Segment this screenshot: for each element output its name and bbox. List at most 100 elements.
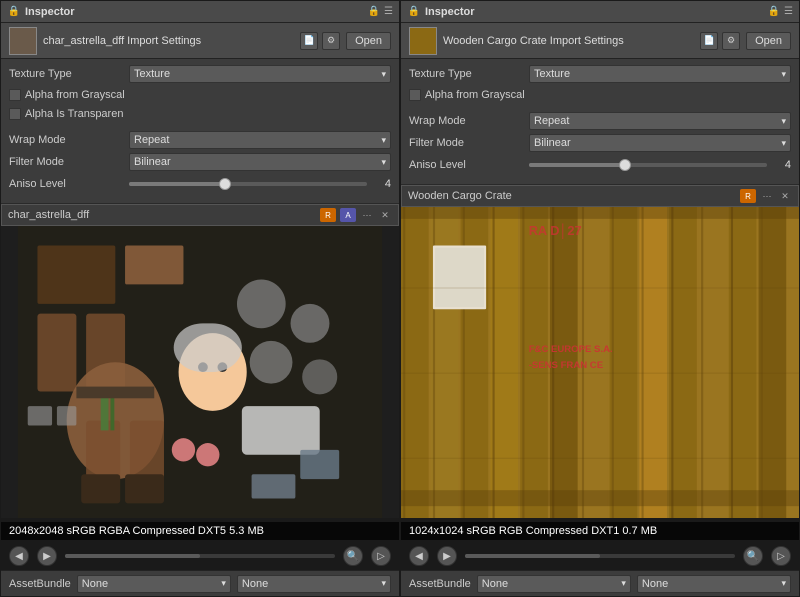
assetbundle-dropdown-2[interactable]: None: [477, 575, 631, 593]
arrow-right-btn-2[interactable]: ▷: [771, 546, 791, 566]
aniso-slider-track-2[interactable]: [529, 163, 767, 167]
aniso-slider-container-2: 4: [529, 159, 791, 171]
x-icon-2[interactable]: ✕: [778, 189, 792, 203]
asset-page-icon-2[interactable]: 📄: [700, 32, 718, 50]
char-texture-canvas-1: [1, 226, 399, 518]
panel-1-menu-icon[interactable]: ☰: [384, 6, 393, 17]
asset-gear-icon-1[interactable]: ⚙: [322, 32, 340, 50]
texture-label-icons-1: R A ⋯ ✕: [320, 208, 392, 222]
rgb-icon-2[interactable]: R: [740, 189, 756, 203]
settings-area-1: Texture Type Texture Alpha from Grayscal…: [1, 59, 399, 204]
aniso-level-row-1: Aniso Level 4: [9, 175, 391, 193]
zoom-btn-2[interactable]: 🔍: [743, 546, 763, 566]
aniso-value-1: 4: [371, 178, 391, 190]
aniso-level-label-1: Aniso Level: [9, 178, 129, 190]
assetbundle-label-1: AssetBundle: [9, 578, 71, 590]
wrap-mode-value-1: Repeat: [129, 131, 391, 149]
next-btn-1[interactable]: ▶: [37, 546, 57, 566]
filter-mode-dropdown-2[interactable]: Bilinear: [529, 134, 791, 152]
texture-info-text-1: 2048x2048 sRGB RGBA Compressed DXT5 5.3 …: [9, 525, 264, 537]
texture-type-label-1: Texture Type: [9, 68, 129, 80]
filter-mode-label-1: Filter Mode: [9, 156, 129, 168]
wrap-mode-dropdown-2[interactable]: Repeat: [529, 112, 791, 130]
assetbundle-dropdown-1[interactable]: None: [77, 575, 231, 593]
texture-window-title-1: char_astrella_dff: [8, 209, 89, 221]
texture-type-label-2: Texture Type: [409, 68, 529, 80]
crate-texture-canvas-2: RA D│27 F&C EUROPE S.A. -SENS FRAN CE: [401, 207, 799, 518]
inspector-panel-1: 🔒 Inspector 🔒 ☰ char_astrella_dff Import…: [0, 0, 400, 597]
texture-type-value-2: Texture: [529, 65, 791, 83]
prev-btn-1[interactable]: ◀: [9, 546, 29, 566]
filter-mode-value-1: Bilinear: [129, 153, 391, 171]
svg-text:-SENS FRAN CE: -SENS FRAN CE: [529, 360, 603, 371]
aniso-slider-container-1: 4: [129, 178, 391, 190]
panel-2-menu-icon[interactable]: ☰: [784, 6, 793, 17]
open-button-2[interactable]: Open: [746, 32, 791, 50]
alpha-grayscale-checkbox-1[interactable]: [9, 89, 21, 101]
dots-icon-2[interactable]: ⋯: [760, 189, 774, 203]
unity-logo-icon: 🔒: [7, 5, 21, 19]
texture-type-row-2: Texture Type Texture: [409, 65, 791, 83]
rgb-icon-1[interactable]: R: [320, 208, 336, 222]
asset-header-icons-2: 📄 ⚙: [700, 32, 740, 50]
asset-thumbnail-2: [409, 27, 437, 55]
alpha-icon-1[interactable]: A: [340, 208, 356, 222]
aniso-slider-track-1[interactable]: [129, 182, 367, 186]
wrap-mode-label-1: Wrap Mode: [9, 134, 129, 146]
preview-slider-1[interactable]: [65, 554, 335, 558]
alpha-transparent-checkbox-1[interactable]: [9, 108, 21, 120]
alpha-grayscale-row-1: Alpha from Grayscal: [9, 87, 391, 103]
texture-preview-1: char_astrella_dff R A ⋯ ✕: [1, 204, 399, 570]
wrap-mode-label-2: Wrap Mode: [409, 115, 529, 127]
panel-1-title: Inspector: [25, 6, 75, 18]
asset-name-1: char_astrella_dff Import Settings: [43, 35, 294, 47]
texture-type-dropdown-1[interactable]: Texture: [129, 65, 391, 83]
aniso-level-row-2: Aniso Level 4: [409, 156, 791, 174]
lock-icon-1[interactable]: 🔒: [368, 6, 380, 17]
texture-label-bar-2: Wooden Cargo Crate R ⋯ ✕: [401, 185, 799, 207]
asset-header-icons-1: 📄 ⚙: [300, 32, 340, 50]
filter-mode-row-2: Filter Mode Bilinear: [409, 134, 791, 152]
preview-slider-2[interactable]: [465, 554, 735, 558]
asset-thumbnail-1: [9, 27, 37, 55]
dots-icon-1[interactable]: ⋯: [360, 208, 374, 222]
wrap-mode-row-2: Wrap Mode Repeat: [409, 112, 791, 130]
svg-text:F&C EUROPE S.A.: F&C EUROPE S.A.: [529, 344, 613, 355]
alpha-grayscale-row-2: Alpha from Grayscal: [409, 87, 791, 103]
texture-label-icons-2: R ⋯ ✕: [740, 189, 792, 203]
char-texture-svg-1: [1, 226, 399, 518]
assetbundle-dropdown-2b[interactable]: None: [637, 575, 791, 593]
crate-texture-svg-2: RA D│27 F&C EUROPE S.A. -SENS FRAN CE: [401, 207, 799, 518]
filter-mode-dropdown-1[interactable]: Bilinear: [129, 153, 391, 171]
next-btn-2[interactable]: ▶: [437, 546, 457, 566]
wrap-mode-dropdown-1[interactable]: Repeat: [129, 131, 391, 149]
texture-bottom-controls-2: ◀ ▶ 🔍 ▷: [401, 546, 799, 566]
prev-btn-2[interactable]: ◀: [409, 546, 429, 566]
svg-text:RA D│27: RA D│27: [529, 223, 582, 239]
texture-type-value-1: Texture: [129, 65, 391, 83]
x-icon-1[interactable]: ✕: [378, 208, 392, 222]
inspector-panel-2: 🔒 Inspector 🔒 ☰ Wooden Cargo Crate Impor…: [400, 0, 800, 597]
zoom-btn-1[interactable]: 🔍: [343, 546, 363, 566]
alpha-grayscale-label-2: Alpha from Grayscal: [425, 89, 525, 101]
texture-info-text-2: 1024x1024 sRGB RGB Compressed DXT1 0.7 M…: [409, 525, 657, 537]
assetbundle-dropdown-1b[interactable]: None: [237, 575, 391, 593]
panel-2-title: Inspector: [425, 6, 475, 18]
aniso-level-label-2: Aniso Level: [409, 159, 529, 171]
asset-page-icon-1[interactable]: 📄: [300, 32, 318, 50]
asset-header-2: Wooden Cargo Crate Import Settings 📄 ⚙ O…: [401, 23, 799, 59]
arrow-right-btn-1[interactable]: ▷: [371, 546, 391, 566]
open-button-1[interactable]: Open: [346, 32, 391, 50]
lock-icon-2[interactable]: 🔒: [768, 6, 780, 17]
wrap-mode-value-2: Repeat: [529, 112, 791, 130]
asset-gear-icon-2[interactable]: ⚙: [722, 32, 740, 50]
assetbundle-bar-1: AssetBundle None None: [1, 570, 399, 596]
settings-area-2: Texture Type Texture Alpha from Grayscal…: [401, 59, 799, 185]
texture-type-dropdown-2[interactable]: Texture: [529, 65, 791, 83]
alpha-grayscale-checkbox-2[interactable]: [409, 89, 421, 101]
texture-window-title-2: Wooden Cargo Crate: [408, 190, 512, 202]
alpha-transparent-label-1: Alpha Is Transparen: [25, 108, 123, 120]
texture-label-bar-1: char_astrella_dff R A ⋯ ✕: [1, 204, 399, 226]
asset-header-1: char_astrella_dff Import Settings 📄 ⚙ Op…: [1, 23, 399, 59]
aniso-value-2: 4: [771, 159, 791, 171]
